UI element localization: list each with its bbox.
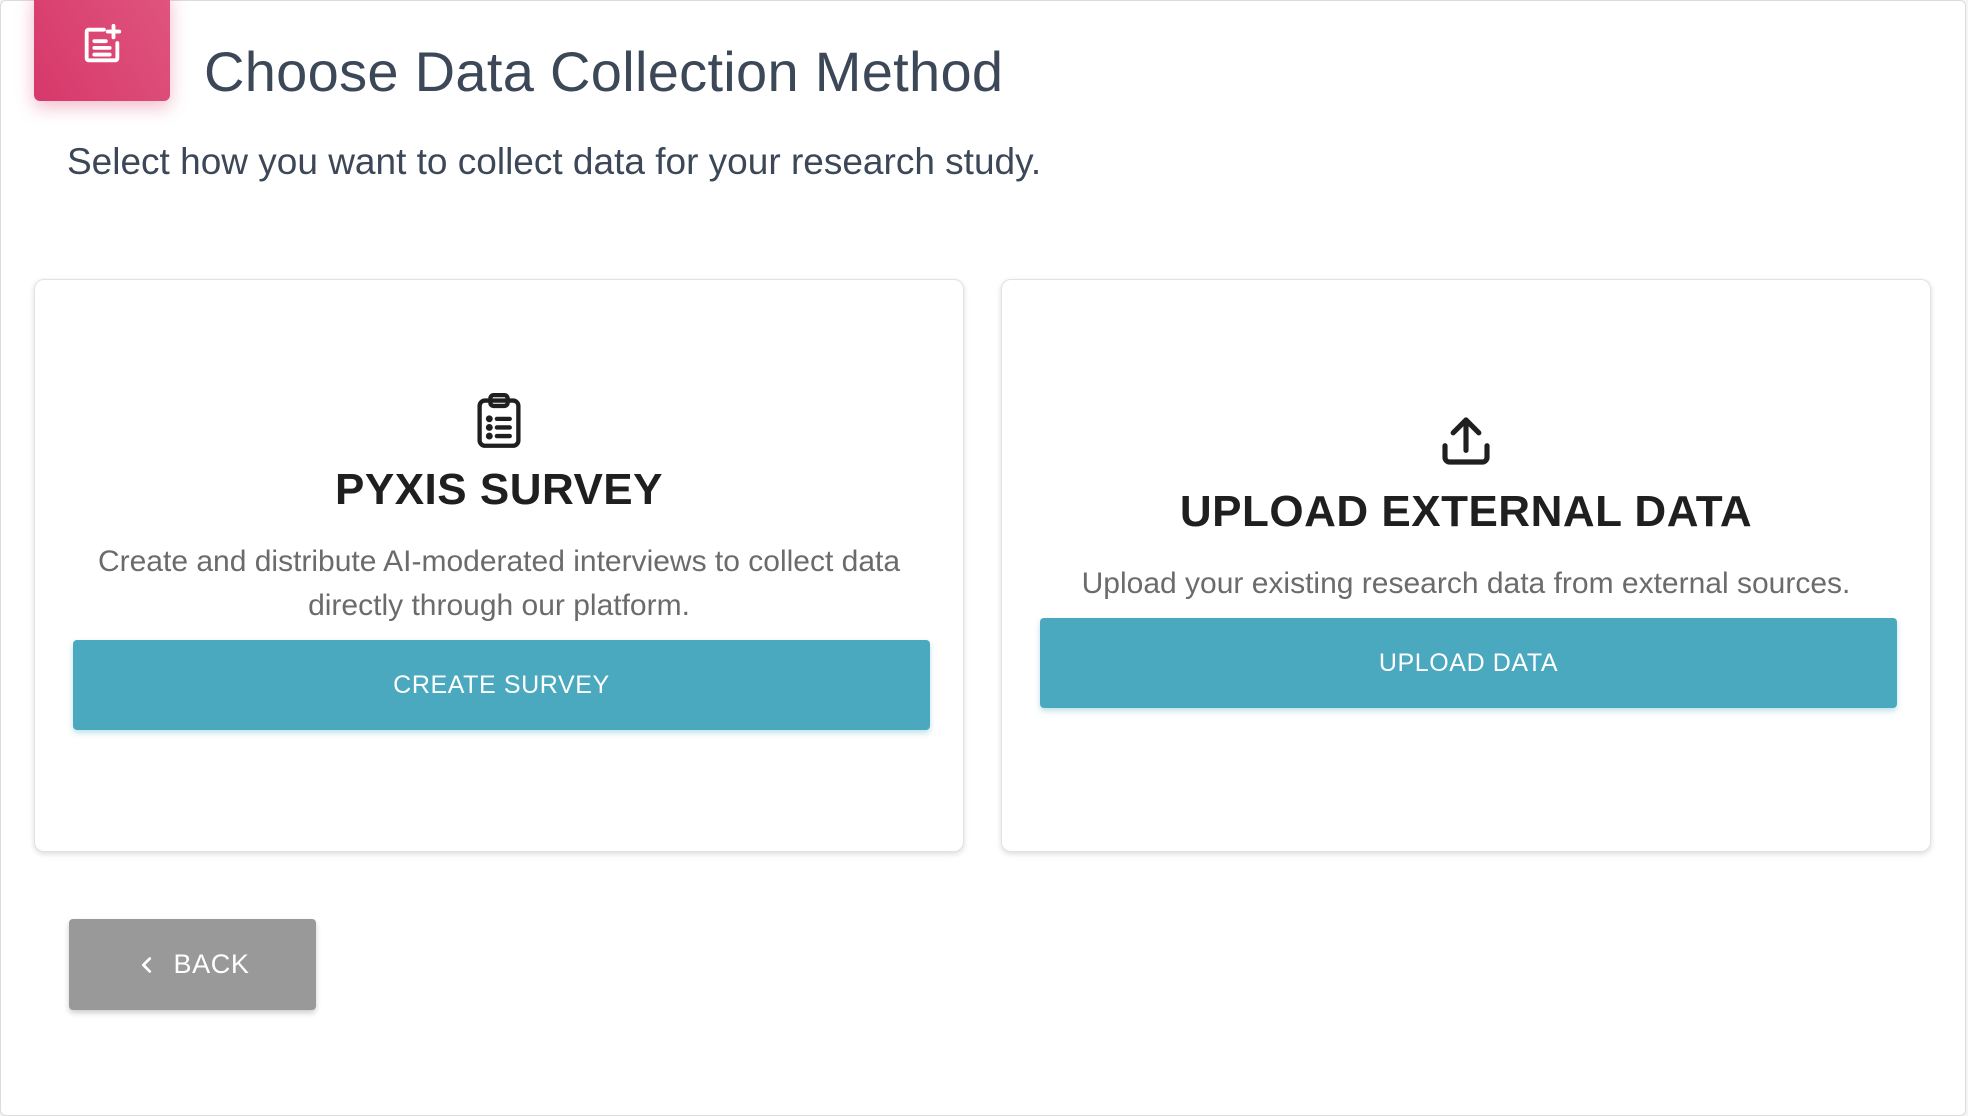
header-icon-box: [34, 0, 170, 101]
card-description: Create and distribute AI-moderated inter…: [97, 545, 901, 622]
card-icon-wrap: [1002, 413, 1930, 469]
main-panel: Choose Data Collection Method Select how…: [0, 0, 1966, 1116]
page-subtitle: Select how you want to collect data for …: [67, 141, 1042, 182]
card-icon-wrap: [35, 393, 963, 449]
back-button[interactable]: BACK: [69, 919, 316, 1010]
card-title: PYXIS SURVEY: [335, 465, 663, 514]
back-button-label: BACK: [173, 949, 250, 979]
post-add-icon: [84, 23, 122, 63]
upload-icon: [1442, 417, 1490, 465]
upload-data-button[interactable]: UPLOAD DATA: [1040, 618, 1897, 708]
upload-external-data-card[interactable]: UPLOAD EXTERNAL DATA Upload your existin…: [1001, 279, 1931, 852]
chevron-left-icon: [141, 956, 151, 973]
pyxis-survey-card[interactable]: PYXIS SURVEY Create and distribute AI-mo…: [34, 279, 964, 852]
card-title: UPLOAD EXTERNAL DATA: [1179, 487, 1753, 536]
page-title: Choose Data Collection Method: [204, 40, 1004, 103]
clipboard-list-icon: [477, 393, 521, 448]
create-survey-button[interactable]: CREATE SURVEY: [73, 640, 930, 730]
card-description: Upload your existing research data from …: [1081, 567, 1851, 600]
